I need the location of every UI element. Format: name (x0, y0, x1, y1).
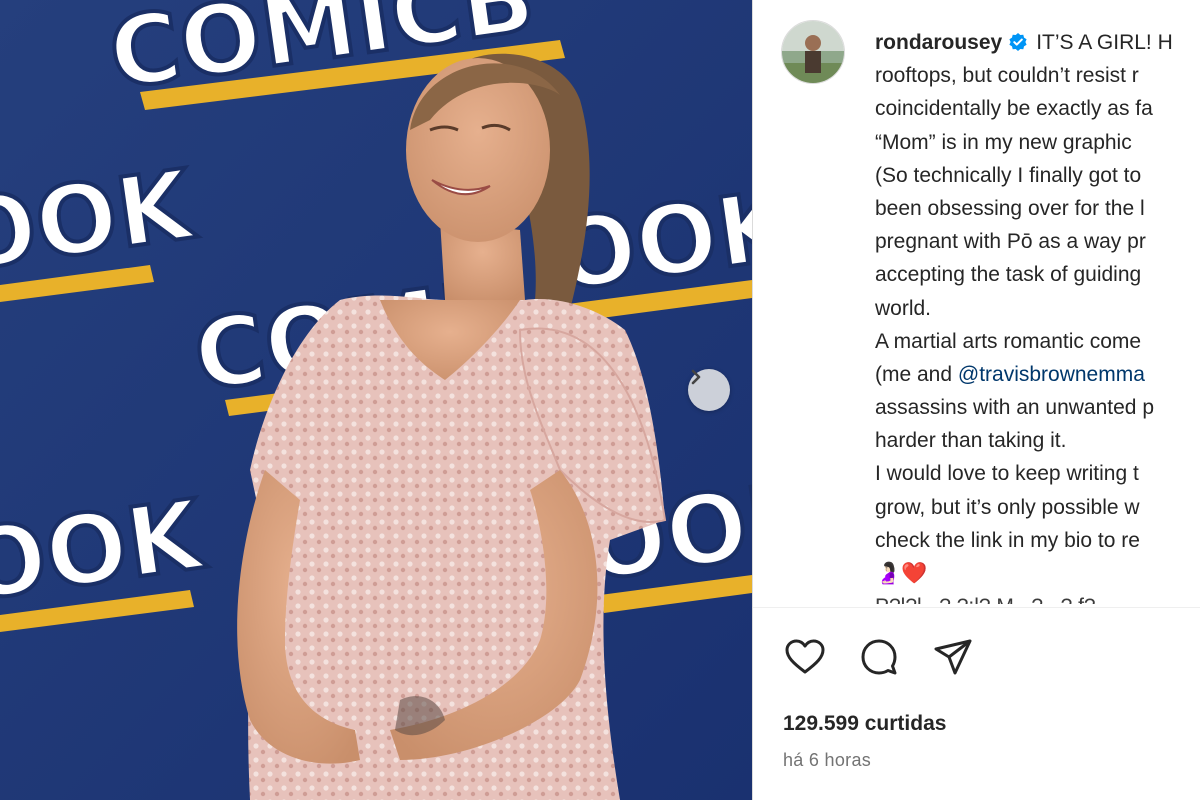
caption-line-14: I would love to keep writing t (875, 462, 1139, 486)
comment-button[interactable] (857, 636, 901, 678)
post-timestamp[interactable]: há 6 horas (783, 750, 871, 771)
avatar[interactable] (781, 20, 845, 84)
share-button[interactable] (931, 636, 975, 678)
caption-area: rondarousey IT’S A GIRL! H rooftops, but… (753, 0, 1200, 607)
caption-line-cut: P?l?l...? ?:l? M ..? ..? f?... (875, 590, 1200, 604)
actions-divider (753, 607, 1200, 608)
caption-text-11: (me and (875, 362, 958, 386)
post-caption: rondarousey IT’S A GIRL! H rooftops, but… (875, 26, 1200, 604)
caption-line-16: check the link in my bio to re (875, 528, 1140, 552)
post-photo: COMICB OOK OOK COMI OOK OOK (0, 0, 752, 800)
caption-line-5: (So technically I finally got to (875, 163, 1142, 187)
caption-line-8: accepting the task of guiding (875, 263, 1142, 287)
username-link[interactable]: rondarousey (875, 31, 1002, 54)
caption-line-12: assassins with an unwanted p (875, 396, 1154, 420)
caption-line-6: been obsessing over for the l (875, 196, 1145, 220)
caption-line-7: pregnant with Pō as a way pr (875, 230, 1146, 254)
caption-line-10: A martial arts romantic come (875, 329, 1142, 353)
caption-line-9: world. (875, 296, 932, 320)
post-side-panel: rondarousey IT’S A GIRL! H rooftops, but… (752, 0, 1200, 800)
carousel-next-button[interactable] (688, 369, 730, 411)
caption-emoji: 🤰🏻❤️ (875, 562, 928, 585)
verified-badge-icon (1009, 33, 1027, 51)
like-button[interactable] (783, 636, 827, 678)
share-icon (934, 639, 972, 675)
caption-line-11: (me and @travisbrownemma (875, 358, 1200, 391)
comment-icon (861, 639, 897, 675)
caption-line-15: grow, but it’s only possible w (875, 495, 1140, 519)
avatar-image (782, 21, 844, 83)
caption-text-1: IT’S A GIRL! H (1036, 31, 1173, 54)
caption-line-4: “Mom” is in my new graphic (875, 130, 1132, 154)
chevron-right-icon (691, 369, 701, 385)
caption-line-3: coincidentally be exactly as fa (875, 97, 1153, 121)
likes-count[interactable]: 129.599 curtidas (783, 712, 946, 736)
caption-line-2: rooftops, but couldn’t resist r (875, 64, 1139, 88)
heart-icon (785, 639, 825, 674)
caption-line-1: rondarousey IT’S A GIRL! H (875, 26, 1200, 59)
mention-link[interactable]: @travisbrownemma (958, 363, 1145, 386)
photo-illustration: COMICB OOK OOK COMI OOK OOK (0, 0, 752, 800)
post-actions (783, 636, 975, 678)
caption-line-13: harder than taking it. (875, 429, 1067, 453)
